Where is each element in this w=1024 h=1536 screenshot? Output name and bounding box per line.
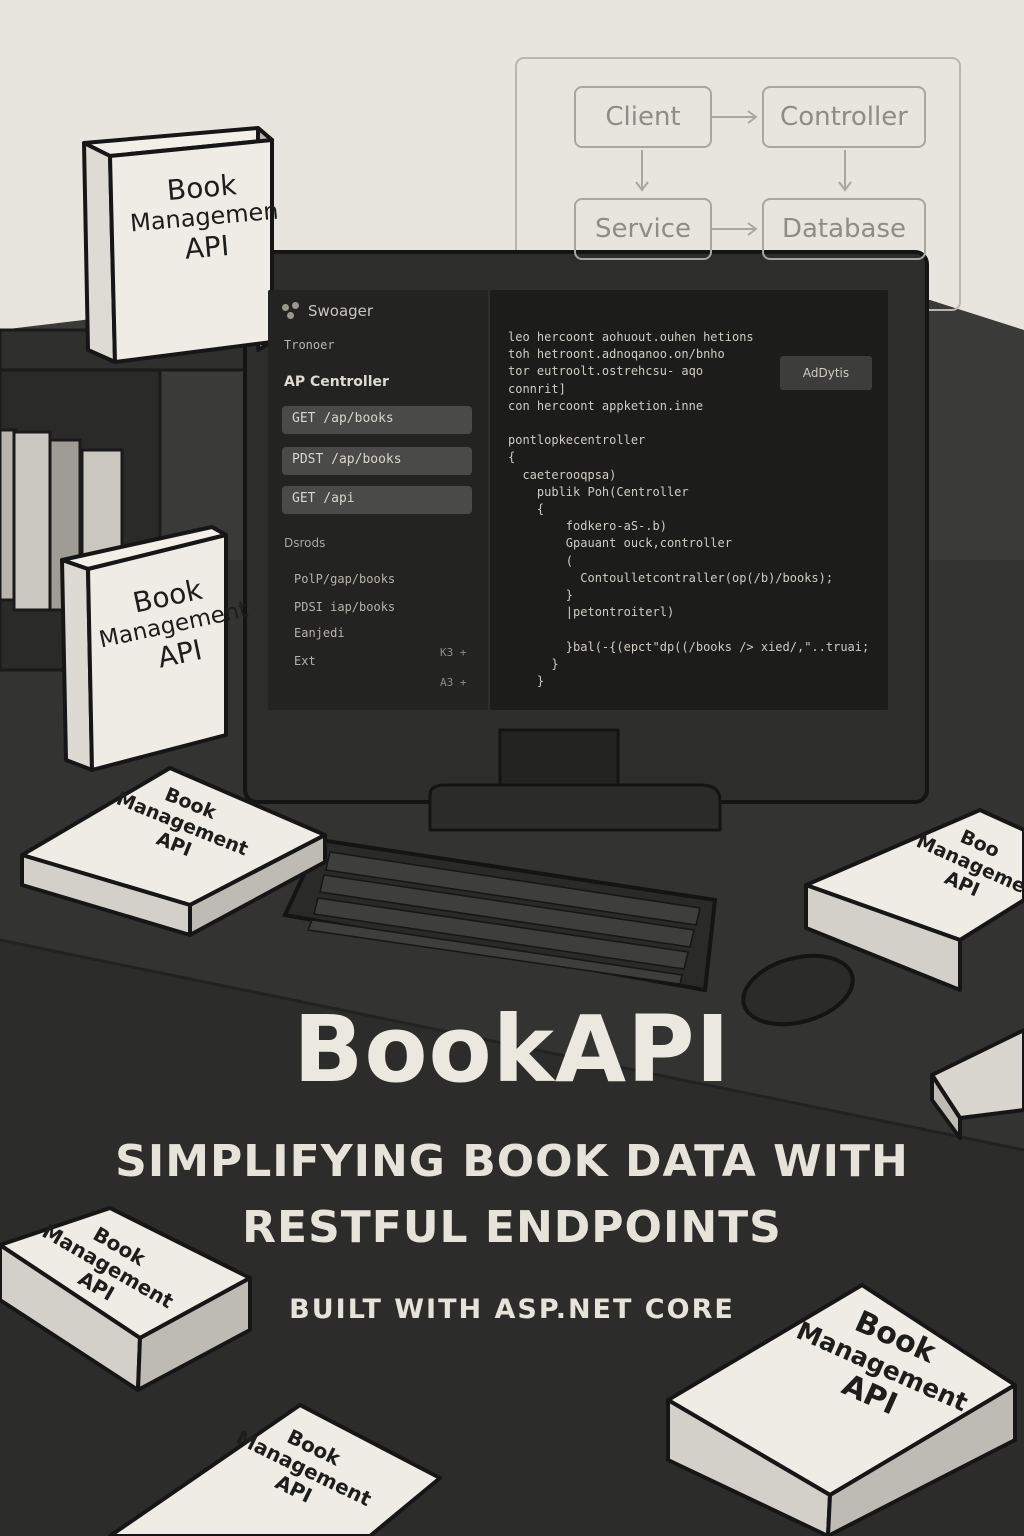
code-line: |petontroiterl) [508,605,675,620]
code-line: connrit] [508,381,566,396]
monitor-screen: Swoager Tronoer AP Centroller GET /ap/bo… [268,290,888,710]
diagram-node-controller: Controller [762,86,926,148]
code-line: { [508,502,545,516]
sidebar-link[interactable]: PDSI iap/books [294,600,395,614]
sidebar-link[interactable]: Ext [294,654,316,668]
code-line: fodkero-aS-.b) [508,519,667,534]
swagger-logo: Swoager [282,302,373,320]
shortcut-hint: A3 + [440,676,467,689]
secondary-section-title: Dsrods [284,536,326,550]
hero-title: BookAPI [293,996,731,1103]
code-line: publik Poh(Centroller [508,484,689,499]
code-line: pontlopkecentroller [508,433,646,448]
code-line: } [508,656,559,671]
action-button[interactable]: AdDytis [780,356,872,390]
code-line: leo hercoont aohuout.ouhen hetions [508,330,754,344]
code-line: { [508,450,516,465]
swagger-app-name: Swoager [308,302,374,320]
diagram-node-controller-label: Controller [780,102,908,132]
swagger-sidebar: Swoager Tronoer AP Centroller GET /ap/bo… [268,290,490,710]
diagram-node-database: Database [762,198,926,260]
code-line: }bal(-{(epct"dp((/books /> xied/,"..trua… [508,639,870,654]
code-line: tor eutroolt.ostrehcsu- aqo [508,364,704,379]
endpoint-get-api[interactable]: GET /api [282,486,472,514]
swagger-logo-icon [282,302,300,320]
hero-subtitle-line1: SIMPLIFYING BOOK DATA WITH [115,1136,909,1187]
code-line: con hercoont appketion.inne [508,398,704,413]
code-line: } [508,674,545,688]
sidebar-link[interactable]: PolP/gap/books [294,572,395,586]
shortcut-hint: K3 + [440,646,467,659]
endpoint-post-books[interactable]: PDST /ap/books [282,447,472,475]
sidebar-top-text: Tronoer [284,338,335,352]
diagram-node-service: Service [574,198,712,260]
code-line: Contoulletcontraller(op(/b)/books); [508,570,834,585]
book-cover-label: Book Managemen API [126,166,282,271]
hero-built-with: BUILT WITH ASP.NET CORE [289,1294,735,1325]
hero-subtitle-line2: RESTFUL ENDPOINTS [242,1202,782,1253]
code-line: caeterooqpsa) [508,467,617,482]
code-line: toh hetroont.adnoqanoo.on/bnho [508,347,725,362]
controller-section-title: AP Centroller [284,374,389,390]
sidebar-link[interactable]: Eanjedi [294,626,345,640]
code-editor: AdDytis leo hercoont aohuout.ouhen hetio… [494,290,888,710]
diagram-node-client: Client [574,86,712,148]
diagram-node-service-label: Service [594,214,692,244]
endpoint-get-books[interactable]: GET /ap/books [282,406,472,434]
diagram-node-database-label: Database [781,214,907,244]
diagram-node-client-label: Client [605,102,681,132]
code-line: ( [508,553,574,568]
code-line: Gpauant ouck,controller [508,536,732,551]
code-line: } [508,588,574,602]
